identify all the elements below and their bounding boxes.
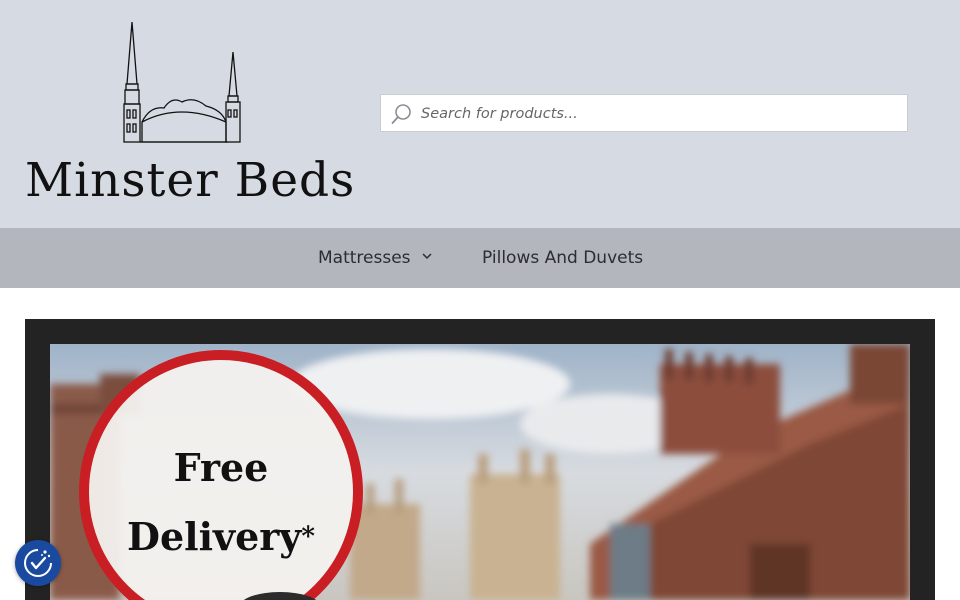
minster-logo-icon[interactable] <box>118 18 248 146</box>
site-header: Minster Beds <box>0 0 960 228</box>
promo-delivery-label: Delivery <box>127 514 302 559</box>
cookie-consent-button[interactable] <box>15 540 61 586</box>
cookie-consent-icon <box>24 549 52 577</box>
nav-item-label: Pillows And Duvets <box>482 248 644 268</box>
search-icon[interactable] <box>391 103 413 125</box>
nav-item-mattresses[interactable]: Mattresses <box>318 228 433 288</box>
search-input[interactable] <box>419 95 903 133</box>
chevron-down-icon <box>422 253 432 260</box>
site-title[interactable]: Minster Beds <box>25 152 355 210</box>
search-bar <box>380 94 908 133</box>
promo-free-text: Free <box>173 445 269 490</box>
promo-delivery-text: Delivery* <box>104 512 338 562</box>
nav-item-label: Mattresses <box>318 248 411 268</box>
promo-asterisk: * <box>301 522 315 552</box>
nav-item-pillows-and-duvets[interactable]: Pillows And Duvets <box>482 228 643 288</box>
main-navigation: Mattresses Pillows And Duvets <box>0 228 960 288</box>
